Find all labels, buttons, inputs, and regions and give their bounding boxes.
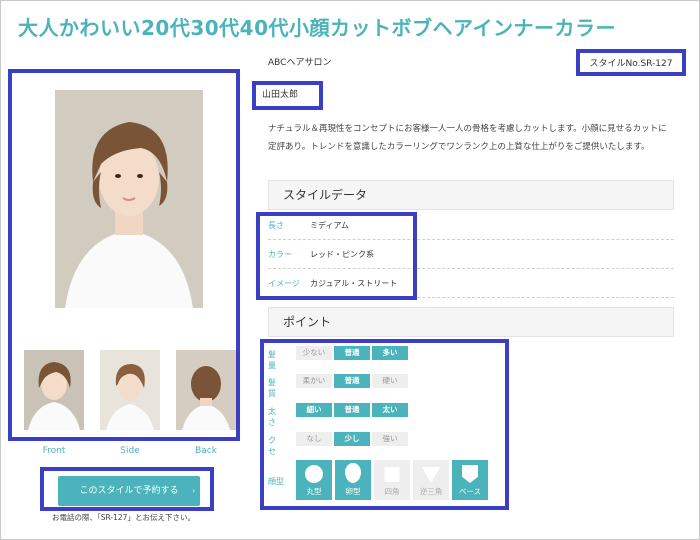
face-shape-label: 丸型 [306, 487, 322, 496]
egg-icon [345, 463, 361, 483]
point-option: 柔かい [296, 374, 332, 388]
style-data-key: イメージ [268, 279, 300, 288]
thumbnail-label-side[interactable]: Side [100, 446, 160, 456]
points-heading: ポイント [268, 307, 674, 337]
face-shape-option: 丸型 [296, 460, 332, 500]
style-data-row: 長さ ミディアム [268, 212, 674, 240]
face-shape-options: 丸型 卵型 四角 逆三角 ベース [296, 460, 488, 500]
chevron-right-icon: › [192, 487, 195, 495]
point-options: 柔かい 普通 硬い [296, 374, 408, 388]
point-option: 多い [372, 346, 408, 360]
reserve-style-button[interactable]: このスタイルで予約する › [58, 476, 200, 506]
point-option: 普通 [334, 374, 370, 388]
style-data-value: カジュアル・ストリート [310, 279, 398, 288]
circle-icon [305, 465, 323, 483]
style-number: スタイルNo.SR-127 [589, 59, 673, 69]
point-option: 細い [296, 403, 332, 417]
stylist-name[interactable]: 山田太郎 [254, 84, 324, 108]
reserve-button-label: このスタイルで予約する [79, 486, 179, 496]
point-option: 硬い [372, 374, 408, 388]
reserve-note: お電話の際、「SR-127」とお伝え下さい。 [52, 513, 195, 522]
style-data-row: イメージ カジュアル・ストリート [268, 270, 674, 298]
face-shape-key: 顔型 [268, 477, 284, 486]
point-option: 少ない [296, 346, 332, 360]
face-shape-option: 逆三角 [413, 460, 449, 500]
point-key: 髪量 [268, 350, 276, 370]
thumbnail-label-back[interactable]: Back [176, 446, 236, 456]
base-icon [462, 465, 478, 483]
style-description: ナチュラル＆再現性をコンセプトにお客様一人一人の骨格を考慮しカットします。小顔に… [268, 124, 667, 152]
point-options: 少ない 普通 多い [296, 346, 408, 360]
main-style-photo [55, 90, 203, 308]
face-shape-label: ベース [458, 487, 482, 496]
face-shape-label: 卵型 [345, 487, 361, 496]
point-options: なし 少し 強い [296, 432, 408, 446]
thumbnail-front[interactable] [24, 350, 84, 430]
point-option: 太い [372, 403, 408, 417]
point-key: クセ [268, 436, 276, 456]
face-shape-option: ベース [452, 460, 488, 500]
face-shape-label: 四角 [384, 487, 400, 496]
point-option: 少し [334, 432, 370, 446]
face-shape-option: 四角 [374, 460, 410, 500]
point-option: 普通 [334, 346, 370, 360]
thumbnail-back[interactable] [176, 350, 236, 430]
style-data-value: ミディアム [310, 221, 349, 230]
style-data-key: 長さ [268, 221, 284, 230]
thumbnail-label-front[interactable]: Front [24, 446, 84, 456]
point-option: なし [296, 432, 332, 446]
style-data-value: レッド・ピンク系 [310, 250, 374, 259]
face-shape-option: 卵型 [335, 460, 371, 500]
point-option: 強い [372, 432, 408, 446]
point-options: 細い 普通 太い [296, 403, 408, 417]
point-key: 髪質 [268, 378, 276, 398]
style-data-row: カラー レッド・ピンク系 [268, 241, 674, 269]
style-data-key: カラー [268, 250, 292, 259]
triangle-icon [422, 467, 440, 483]
face-shape-label: 逆三角 [419, 487, 443, 496]
thumbnail-side[interactable] [100, 350, 160, 430]
style-data-heading: スタイルデータ [268, 180, 674, 210]
square-icon [384, 467, 400, 482]
salon-name: ABCヘアサロン [268, 58, 332, 68]
page-title: 大人かわいい20代30代40代小顔カットボブヘアインナーカラー [18, 16, 616, 40]
point-key: 太さ [268, 407, 276, 427]
point-option: 普通 [334, 403, 370, 417]
